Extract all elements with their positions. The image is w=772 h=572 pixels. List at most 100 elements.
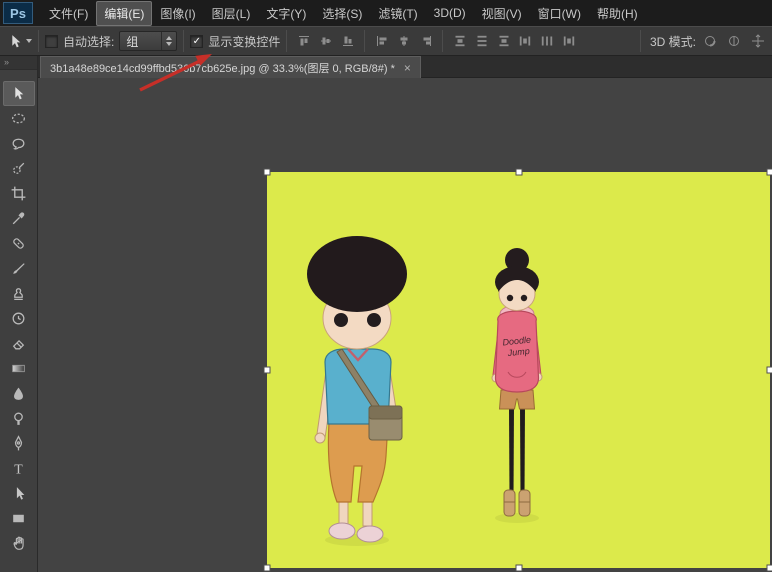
menu-select[interactable]: 选择(S) — [314, 1, 370, 26]
align-left-button[interactable] — [371, 31, 392, 51]
transform-handle-middle-left[interactable] — [264, 367, 271, 374]
align-bottom-icon — [340, 33, 356, 49]
separator — [183, 30, 184, 52]
brush-tool-icon — [10, 260, 27, 277]
distribute-horizontal-centers-button[interactable] — [536, 31, 557, 51]
menu-3d[interactable]: 3D(D) — [426, 2, 474, 24]
dodge-tool-icon — [10, 410, 27, 427]
tool-panel-collapse[interactable]: » — [0, 56, 37, 70]
tab-close-icon[interactable]: × — [404, 61, 411, 75]
distribute-bottom-button[interactable] — [493, 31, 514, 51]
options-bar: 自动选择: 组 ✓ 显示变换控件 — [0, 26, 772, 56]
distribute-top-button[interactable] — [449, 31, 470, 51]
menu-window[interactable]: 窗口(W) — [530, 1, 589, 26]
transform-handle-bottom-right[interactable] — [767, 565, 772, 572]
3d-rotate-icon — [702, 33, 718, 49]
quick-selection-tool-icon — [10, 160, 27, 177]
tool-eyedropper[interactable] — [3, 206, 35, 231]
menu-file[interactable]: 文件(F) — [41, 1, 96, 26]
tool-move[interactable] — [3, 81, 35, 106]
tool-dodge[interactable] — [3, 406, 35, 431]
tool-eraser[interactable] — [3, 331, 35, 356]
transform-handle-bottom-left[interactable] — [264, 565, 271, 572]
lasso-tool-icon — [10, 135, 27, 152]
move-tool-icon — [7, 33, 24, 50]
tool-pen[interactable] — [3, 431, 35, 456]
align-horizontal-centers-button[interactable] — [393, 31, 414, 51]
tool-hand[interactable] — [3, 531, 35, 556]
align-left-icon — [374, 33, 390, 49]
menu-bar: Ps 文件(F) 编辑(E) 图像(I) 图层(L) 文字(Y) 选择(S) 滤… — [0, 0, 772, 26]
gradient-tool-icon — [10, 360, 27, 377]
menu-layer[interactable]: 图层(L) — [204, 1, 259, 26]
photoshop-logo[interactable]: Ps — [3, 2, 33, 24]
show-transform-checkbox[interactable]: ✓ — [190, 35, 203, 48]
distribute-top-icon — [452, 33, 468, 49]
type-tool-icon: T — [10, 460, 27, 477]
eyedropper-tool-icon — [10, 210, 27, 227]
menu-type[interactable]: 文字(Y) — [258, 1, 314, 26]
align-top-button[interactable] — [293, 31, 314, 51]
3d-pan-button[interactable] — [747, 31, 768, 51]
auto-select-checkbox[interactable] — [45, 35, 58, 48]
transform-handle-top-right[interactable] — [767, 169, 772, 176]
distribute-vertical-centers-button[interactable] — [471, 31, 492, 51]
tool-blur[interactable] — [3, 381, 35, 406]
3d-rotate-button[interactable] — [699, 31, 720, 51]
menu-edit[interactable]: 编辑(E) — [96, 1, 152, 26]
spot-healing-tool-icon — [10, 235, 27, 252]
mode-3d-label: 3D 模式: — [650, 33, 696, 50]
auto-select-target-dropdown[interactable]: 组 — [119, 31, 177, 51]
document-tab[interactable]: 3b1a48e89ce14cd99ffbd536b7cb625e.jpg @ 3… — [40, 56, 421, 78]
distribute-group-vertical — [449, 31, 514, 51]
document-image[interactable]: Doodle Jump — [267, 172, 770, 568]
hand-tool-icon — [10, 535, 27, 552]
blur-tool-icon — [10, 385, 27, 402]
distribute-left-button[interactable] — [514, 31, 535, 51]
marquee-tool-icon — [10, 110, 27, 127]
document-tab-title: 3b1a48e89ce14cd99ffbd536b7cb625e.jpg @ 3… — [50, 60, 395, 76]
tool-marquee[interactable] — [3, 106, 35, 131]
tool-quick-selection[interactable] — [3, 156, 35, 181]
3d-pan-icon — [750, 33, 766, 49]
dropdown-value: 组 — [126, 33, 138, 50]
tool-crop[interactable] — [3, 181, 35, 206]
eraser-tool-icon — [10, 335, 27, 352]
menu-filter[interactable]: 滤镜(T) — [370, 1, 425, 26]
menu-image[interactable]: 图像(I) — [152, 1, 203, 26]
tool-panel: » — [0, 56, 38, 572]
current-tool-preset[interactable] — [7, 33, 32, 50]
tool-spot-healing[interactable] — [3, 231, 35, 256]
align-bottom-button[interactable] — [337, 31, 358, 51]
menu-view[interactable]: 视图(V) — [474, 1, 530, 26]
tool-clone-stamp[interactable] — [3, 281, 35, 306]
tool-type[interactable]: T — [3, 456, 35, 481]
tool-path-selection[interactable] — [3, 481, 35, 506]
3d-roll-icon — [726, 33, 742, 49]
align-group-vertical — [293, 31, 358, 51]
align-vertical-centers-button[interactable] — [315, 31, 336, 51]
separator — [286, 30, 287, 52]
transform-handle-top-center[interactable] — [515, 169, 522, 176]
tool-brush[interactable] — [3, 256, 35, 281]
tool-history-brush[interactable] — [3, 306, 35, 331]
distribute-group-horizontal — [514, 31, 579, 51]
tool-gradient[interactable] — [3, 356, 35, 381]
tool-preset-caret-icon — [26, 39, 32, 43]
align-right-button[interactable] — [415, 31, 436, 51]
distribute-right-button[interactable] — [558, 31, 579, 51]
separator — [640, 30, 641, 52]
tool-lasso[interactable] — [3, 131, 35, 156]
photoshop-window: { "app": { "logo_text": "Ps", "menu_item… — [0, 0, 772, 572]
tool-rectangle[interactable] — [3, 506, 35, 531]
transform-handle-top-left[interactable] — [264, 169, 271, 176]
history-brush-tool-icon — [10, 310, 27, 327]
menu-help[interactable]: 帮助(H) — [589, 1, 646, 26]
separator — [38, 30, 39, 52]
canvas-area[interactable]: Doodle Jump — [38, 78, 772, 572]
artwork-drawing: Doodle Jump — [267, 172, 770, 568]
transform-handle-bottom-center[interactable] — [515, 565, 522, 572]
girl-figure: Doodle Jump — [492, 248, 542, 516]
transform-handle-middle-right[interactable] — [767, 367, 772, 374]
3d-roll-button[interactable] — [723, 31, 744, 51]
